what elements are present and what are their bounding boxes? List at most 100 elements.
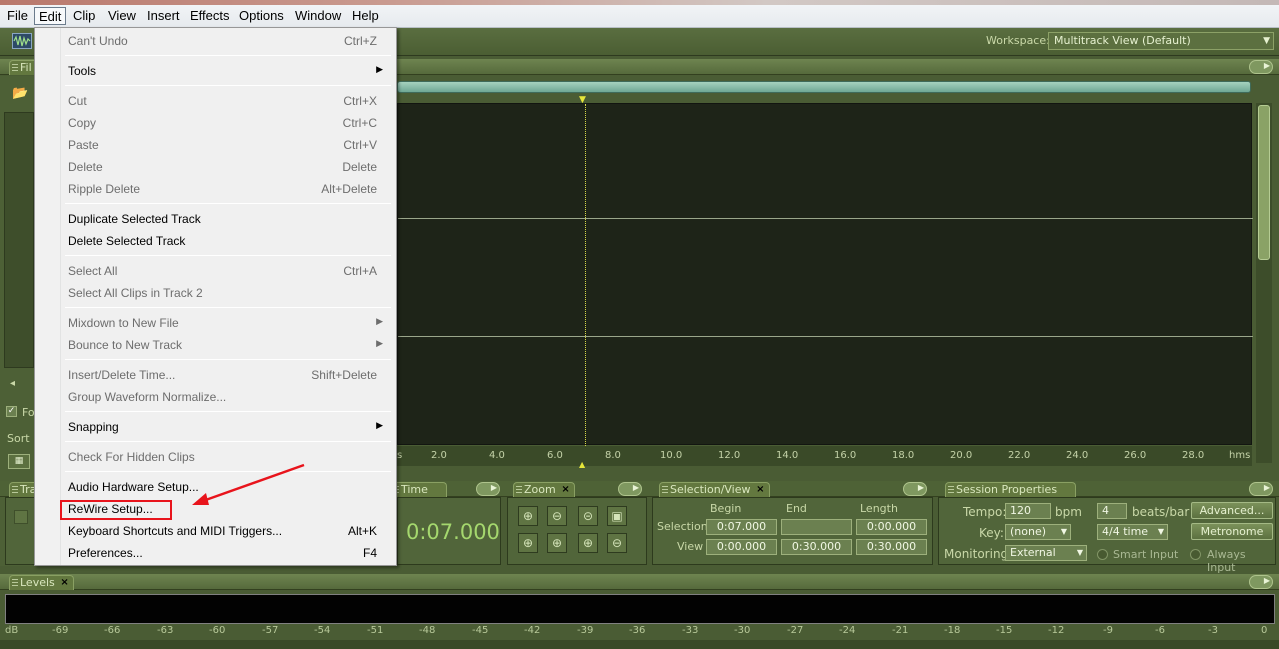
chevron-down-icon: ▼ xyxy=(1060,527,1067,536)
menu-item-group-normalize[interactable]: Group Waveform Normalize... xyxy=(38,386,393,408)
scrollbar-thumb[interactable] xyxy=(1258,105,1270,260)
key-select[interactable]: (none) ▼ xyxy=(1005,524,1071,540)
sort-icon[interactable]: ▦ xyxy=(8,454,30,469)
menu-separator xyxy=(65,441,391,442)
level-tick: -30 xyxy=(734,625,751,636)
key-value: (none) xyxy=(1010,525,1047,538)
menu-item-keyboard-shortcuts[interactable]: Keyboard Shortcuts and MIDI Triggers... A… xyxy=(38,520,393,542)
tab-session-properties[interactable]: Session Properties xyxy=(945,482,1077,497)
tempo-field[interactable]: 120 xyxy=(1005,503,1051,519)
menu-item-cut[interactable]: Cut Ctrl+X xyxy=(38,90,393,112)
level-tick: -42 xyxy=(524,625,541,636)
zoom-in-vertical-icon[interactable]: ⊕ xyxy=(578,533,598,553)
ruler-tick: 14.0 xyxy=(776,450,799,461)
menu-item-paste[interactable]: Paste Ctrl+V xyxy=(38,134,393,156)
menu-item-delete[interactable]: Delete Delete xyxy=(38,156,393,178)
menu-view[interactable]: View xyxy=(104,7,140,25)
tab-zoom[interactable]: Zoom × xyxy=(513,482,575,497)
selection-label: Selection xyxy=(657,520,708,533)
panel-menu-button[interactable] xyxy=(1249,60,1273,74)
zoom-to-selection-icon[interactable]: ▣ xyxy=(607,506,627,526)
workspace-select[interactable]: Multitrack View (Default) ▼ xyxy=(1048,32,1274,50)
ruler-tick: 10.0 xyxy=(660,450,683,461)
selection-panel-menu-button[interactable] xyxy=(903,482,927,496)
menu-file[interactable]: File xyxy=(3,7,32,25)
close-icon[interactable]: × xyxy=(561,483,569,496)
zoom-out-amplitude-icon[interactable]: ⊖ xyxy=(547,506,567,526)
menu-effects[interactable]: Effects xyxy=(186,7,234,25)
beats-field[interactable]: 4 xyxy=(1097,503,1127,519)
vertical-scrollbar[interactable] xyxy=(1256,103,1272,463)
length-header: Length xyxy=(860,502,898,515)
time-panel-menu-button[interactable] xyxy=(476,482,500,496)
speaker-icon[interactable]: ◂ xyxy=(10,378,15,389)
view-begin-field[interactable]: 0:00.000 xyxy=(706,539,777,555)
level-tick: -9 xyxy=(1103,625,1113,636)
levels-panel-menu-button[interactable] xyxy=(1249,575,1273,589)
zoom-in-left-icon[interactable]: ⊕ xyxy=(518,533,538,553)
session-panel-menu-button[interactable] xyxy=(1249,482,1273,496)
zoom-in-amplitude-icon[interactable]: ⊕ xyxy=(518,506,538,526)
menu-insert[interactable]: Insert xyxy=(143,7,184,25)
ruler-tick: 22.0 xyxy=(1008,450,1031,461)
menu-item-copy[interactable]: Copy Ctrl+C xyxy=(38,112,393,134)
selection-end-field[interactable] xyxy=(781,519,852,535)
menu-item-preferences[interactable]: Preferences... F4 xyxy=(38,542,393,564)
menu-item-duplicate-track[interactable]: Duplicate Selected Track xyxy=(38,208,393,230)
advanced-button[interactable]: Advanced... xyxy=(1191,502,1273,519)
menu-options[interactable]: Options xyxy=(235,7,288,25)
waveform-view-icon[interactable] xyxy=(12,33,32,49)
chevron-down-icon: ▼ xyxy=(1263,36,1270,46)
level-tick: -60 xyxy=(209,625,226,636)
menu-item-select-all[interactable]: Select All Ctrl+A xyxy=(38,260,393,282)
grip-icon xyxy=(662,486,668,495)
level-tick: -57 xyxy=(262,625,279,636)
menu-item-snapping[interactable]: Snapping ▶ xyxy=(38,416,393,438)
multitrack-area[interactable] xyxy=(397,103,1253,446)
selection-begin-field[interactable]: 0:07.000 xyxy=(706,519,777,535)
monitoring-select[interactable]: External ▼ xyxy=(1005,545,1087,561)
files-list[interactable] xyxy=(4,112,34,368)
menu-item-shortcut: Alt+K xyxy=(347,524,377,538)
bpm-label: bpm xyxy=(1055,505,1082,519)
smart-input-radio[interactable] xyxy=(1097,549,1108,560)
menu-separator xyxy=(65,307,391,308)
close-icon[interactable]: × xyxy=(756,483,764,496)
tab-session-label: Session Properties xyxy=(956,483,1058,496)
menu-window[interactable]: Window xyxy=(291,7,345,25)
tab-levels[interactable]: Levels × xyxy=(9,575,74,590)
zoom-panel-menu-button[interactable] xyxy=(618,482,642,496)
view-length-field[interactable]: 0:30.000 xyxy=(856,539,927,555)
always-input-radio[interactable] xyxy=(1190,549,1201,560)
tab-time[interactable]: Time xyxy=(390,482,447,497)
chevron-right-icon: ▶ xyxy=(376,338,383,348)
timeline-zoom-bar[interactable] xyxy=(397,81,1251,93)
menu-help[interactable]: Help xyxy=(348,7,383,25)
stop-button[interactable] xyxy=(14,510,28,524)
menu-item-delete-track[interactable]: Delete Selected Track xyxy=(38,230,393,252)
close-icon[interactable]: × xyxy=(60,576,68,589)
zoom-out-full-icon[interactable]: ⊝ xyxy=(578,506,598,526)
metronome-button[interactable]: Metronome xyxy=(1191,523,1273,540)
level-tick: -21 xyxy=(892,625,909,636)
time-ruler[interactable]: s 2.0 4.0 6.0 8.0 10.0 12.0 14.0 16.0 18… xyxy=(397,446,1252,469)
zoom-out-vertical-icon[interactable]: ⊖ xyxy=(607,533,627,553)
menu-item-ripple-delete[interactable]: Ripple Delete Alt+Delete xyxy=(38,178,393,200)
ruler-tick: 12.0 xyxy=(718,450,741,461)
menu-separator xyxy=(65,359,391,360)
menu-item-insert-delete-time[interactable]: Insert/Delete Time... Shift+Delete xyxy=(38,364,393,386)
view-end-field[interactable]: 0:30.000 xyxy=(781,539,852,555)
open-file-icon[interactable]: 📂 xyxy=(12,86,28,101)
menu-clip[interactable]: Clip xyxy=(69,7,99,25)
menu-item-mixdown[interactable]: Mixdown to New File ▶ xyxy=(38,312,393,334)
menu-edit[interactable]: Edit xyxy=(34,7,67,25)
menu-item-undo[interactable]: Can't Undo Ctrl+Z xyxy=(38,30,393,52)
selection-length-field[interactable]: 0:00.000 xyxy=(856,519,927,535)
zoom-in-right-icon[interactable]: ⊕ xyxy=(547,533,567,553)
menu-item-tools[interactable]: Tools ▶ xyxy=(38,60,393,82)
tab-selection-view[interactable]: Selection/View × xyxy=(659,482,770,497)
time-signature-select[interactable]: 4/4 time ▼ xyxy=(1097,524,1168,540)
menu-item-select-all-clips[interactable]: Select All Clips in Track 2 xyxy=(38,282,393,304)
fo-checkbox[interactable]: ✓ xyxy=(6,406,17,417)
menu-item-bounce[interactable]: Bounce to New Track ▶ xyxy=(38,334,393,356)
